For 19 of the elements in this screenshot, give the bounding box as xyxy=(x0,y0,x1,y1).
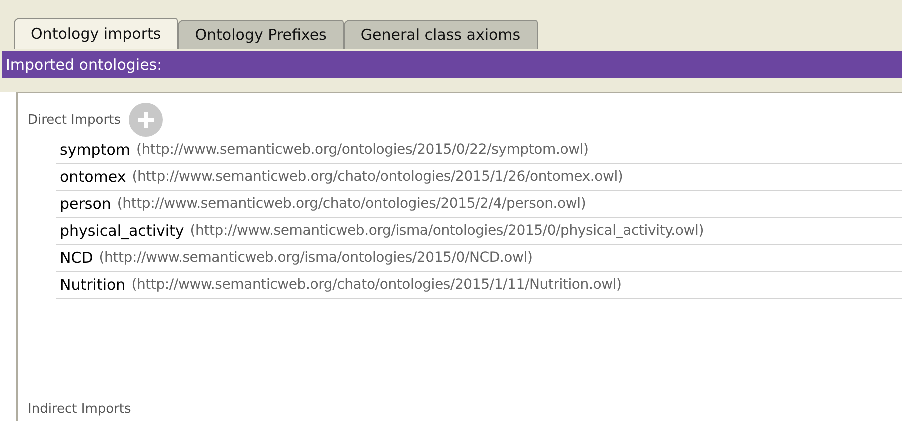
ontology-iri: (http://www.semanticweb.org/chato/ontologies/2015/1/11/Nutrition.owl) xyxy=(132,277,622,293)
ontology-name: symptom xyxy=(60,141,130,159)
tab[interactable]: Ontology imports xyxy=(14,18,178,49)
ontology-iri: (http://www.semanticweb.org/isma/ontologies/2015/0/NCD.owl) xyxy=(99,250,533,266)
ontology-iri: (http://www.semanticweb.org/isma/ontologies/2015/0/physical_activity.owl) xyxy=(190,223,704,239)
ontology-name: NCD xyxy=(60,249,94,267)
ontology-iri: (http://www.semanticweb.org/chato/ontologies/2015/2/4/person.owl) xyxy=(117,196,586,212)
ontology-name: ontomex xyxy=(60,168,126,186)
tab[interactable]: Ontology Prefixes xyxy=(178,20,344,49)
tab[interactable]: General class axioms xyxy=(344,20,538,49)
ontology-name: Nutrition xyxy=(60,276,126,294)
ontology-name: person xyxy=(60,195,112,213)
ontology-iri: (http://www.semanticweb.org/chato/ontologies/2015/1/26/ontomex.owl) xyxy=(132,169,624,185)
ontology-iri: (http://www.semanticweb.org/ontologies/2015/0/22/symptom.owl) xyxy=(136,142,589,158)
add-icon[interactable] xyxy=(128,103,163,137)
section-label: Indirect Imports xyxy=(28,402,132,417)
section-label: Direct Imports xyxy=(28,112,121,128)
section-header: Imported ontologies: xyxy=(2,51,902,78)
ontology-name: physical_activity xyxy=(60,222,184,240)
